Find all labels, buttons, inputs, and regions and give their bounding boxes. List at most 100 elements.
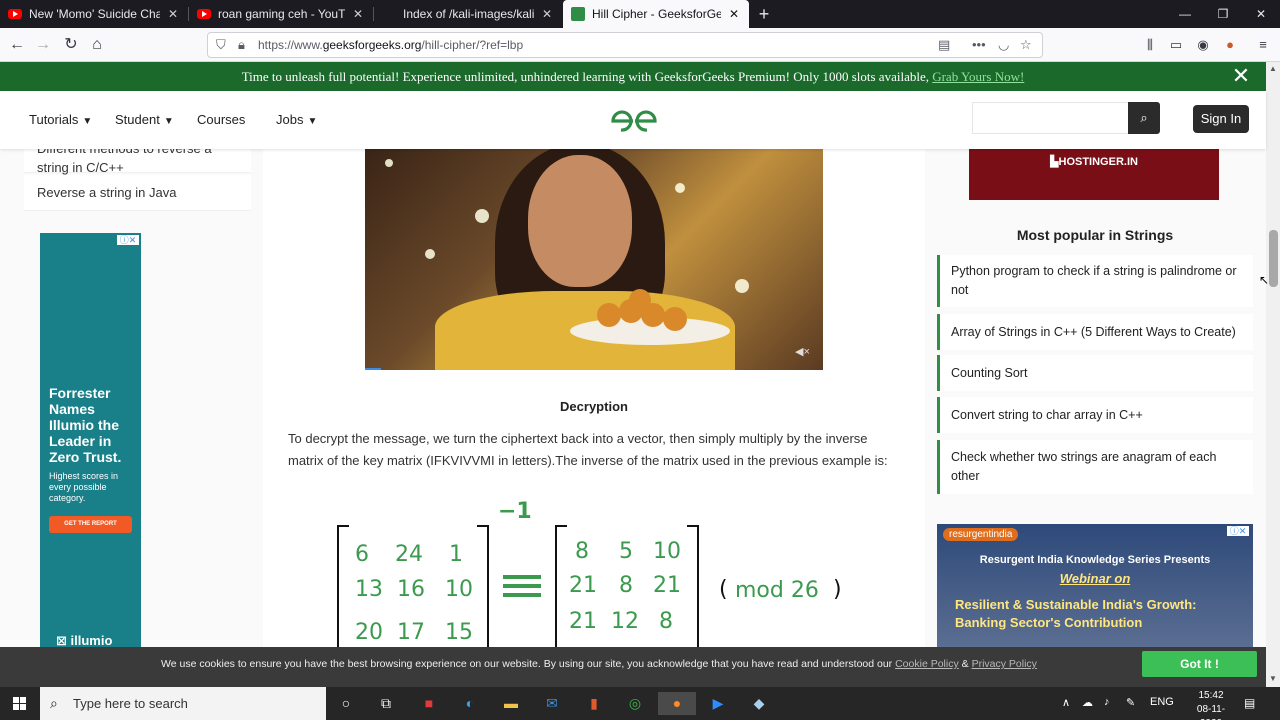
matrix-cell: 20	[355, 620, 383, 645]
illumio-ad[interactable]: ⓘ✕ Forrester Names Illumio the Leader in…	[40, 233, 141, 647]
popular-item[interactable]: Convert string to char array in C++	[937, 397, 1253, 433]
bookmark-star-icon[interactable]: ☆	[1020, 37, 1032, 53]
address-bar[interactable]: ⛉ 🔒︎ https://www.geeksforgeeks.org/hill-…	[207, 32, 1043, 58]
app-icon[interactable]: ▮	[582, 692, 606, 715]
edge-icon[interactable]: ◐	[458, 692, 482, 715]
tab-hill-cipher[interactable]: Hill Cipher - GeeksforGeeks ✕	[563, 0, 749, 28]
search-input[interactable]	[972, 102, 1128, 134]
close-icon[interactable]: ✕	[166, 7, 180, 21]
file-explorer-icon[interactable]: ▬	[499, 692, 523, 715]
tab-roan-gaming[interactable]: roan gaming ceh - YouTube ✕	[189, 0, 373, 28]
notification-icon[interactable]: ▤	[1244, 696, 1255, 710]
close-icon[interactable]: ✕	[727, 7, 741, 21]
sign-in-button[interactable]: Sign In	[1193, 105, 1249, 133]
video-progress-bar[interactable]	[365, 368, 381, 370]
matrix-cell: 8	[575, 539, 589, 564]
cookie-policy-link[interactable]: Cookie Policy	[895, 658, 959, 670]
resurgent-webinar-ad[interactable]: resurgentindia ⓘ✕ Resurgent India Knowle…	[937, 524, 1253, 647]
mute-icon[interactable]: ◀×	[795, 345, 810, 358]
page-actions-icon[interactable]: •••	[972, 37, 986, 52]
zoom-icon[interactable]: ▶	[706, 692, 730, 715]
youtube-icon	[197, 9, 211, 19]
ad-choices-icon[interactable]: ⓘ✕	[117, 235, 139, 245]
popular-item[interactable]: Python program to check if a string is p…	[937, 255, 1253, 307]
account-icon[interactable]: ◉	[1194, 36, 1212, 54]
close-icon[interactable]: ✕	[351, 7, 365, 21]
close-icon[interactable]: ✕	[540, 7, 554, 21]
hostinger-ad[interactable]: ▙ HOSTINGER.IN	[969, 149, 1219, 200]
ad-choices-icon[interactable]: ⓘ✕	[1227, 526, 1249, 536]
cookie-extension-icon[interactable]: ●	[1221, 36, 1239, 54]
left-sidebar: Different methods to reverse a string in…	[24, 149, 251, 211]
pen-icon[interactable]: ✎	[1126, 696, 1135, 709]
tab-momo[interactable]: New 'Momo' Suicide Challeng ✕	[0, 0, 188, 28]
tab-kali-index[interactable]: Index of /kali-images/kali-2018.3a ✕	[374, 0, 562, 28]
cookie-consent-bar: We use cookies to ensure you have the be…	[0, 647, 1266, 687]
matrix-cell: 16	[397, 577, 425, 602]
popular-item[interactable]: Counting Sort	[937, 355, 1253, 391]
scroll-up-icon[interactable]: ▲	[1268, 64, 1278, 73]
clock[interactable]: 15:42 08-11-2020	[1186, 689, 1236, 720]
pocket-icon[interactable]: ◡	[998, 37, 1009, 53]
popular-title: Most popular in Strings	[1016, 227, 1174, 243]
new-tab-button[interactable]: +	[753, 2, 775, 26]
reader-view-icon[interactable]: ▤	[938, 37, 950, 53]
taskbar-search-input[interactable]: ⌕ Type here to search	[40, 687, 326, 720]
close-icon[interactable]: ✕	[1230, 64, 1252, 88]
mail-icon[interactable]: ✉	[540, 692, 564, 715]
search-button[interactable]: ⌕	[1128, 102, 1160, 134]
sidebar-link-reverse-c[interactable]: Different methods to reverse a string in…	[24, 149, 251, 175]
app-icon[interactable]: ■	[417, 692, 441, 715]
start-button[interactable]	[0, 687, 40, 720]
ad-headline: Forrester Names Illumio the Leader in Ze…	[49, 385, 122, 465]
menu-courses[interactable]: Courses	[197, 112, 245, 127]
vertical-scrollbar[interactable]: ▲ ▼	[1266, 62, 1280, 687]
sidebar-icon[interactable]: ▭	[1167, 36, 1185, 54]
restore-icon[interactable]: ❐	[1204, 0, 1242, 28]
menu-icon[interactable]: ≡	[1254, 36, 1272, 54]
forward-icon[interactable]: →	[32, 34, 54, 56]
task-view-icon[interactable]: ⧉	[374, 692, 398, 715]
got-it-button[interactable]: Got It !	[1142, 651, 1257, 677]
premium-promo-banner: Time to unleash full potential! Experien…	[0, 62, 1266, 91]
promo-text: Time to unleash full potential! Experien…	[241, 69, 933, 84]
close-window-icon[interactable]: ✕	[1242, 0, 1280, 28]
privacy-policy-link[interactable]: Privacy Policy	[972, 658, 1037, 670]
minimize-icon[interactable]: —	[1166, 0, 1204, 28]
youtube-icon	[8, 9, 22, 19]
tab-title: Hill Cipher - GeeksforGeeks	[592, 7, 721, 21]
reload-icon[interactable]: ↻	[60, 34, 82, 56]
home-icon[interactable]: ⌂	[86, 34, 108, 56]
video-ad-player[interactable]: ◀×	[365, 149, 823, 370]
cortana-icon[interactable]: ○	[334, 692, 358, 715]
show-hidden-icons-icon[interactable]: ∧	[1062, 696, 1070, 709]
lock-icon[interactable]: 🔒︎	[238, 37, 245, 53]
scrollbar-thumb[interactable]	[1269, 230, 1278, 287]
page-content: Different methods to reverse a string in…	[0, 149, 1266, 647]
matrix-cell: 12	[611, 609, 639, 634]
windows-taskbar: ⌕ Type here to search ○ ⧉ ■ ◐ ▬ ✉ ▮ ◎ ● …	[0, 687, 1280, 720]
language-indicator[interactable]: ENG	[1150, 696, 1174, 708]
browser-tab-strip: New 'Momo' Suicide Challeng ✕ roan gamin…	[0, 0, 1280, 28]
volume-icon[interactable]: ♪	[1104, 696, 1110, 708]
chrome-icon[interactable]: ◎	[623, 692, 647, 715]
scroll-down-icon[interactable]: ▼	[1268, 674, 1278, 683]
url-text[interactable]: https://www.geeksforgeeks.org/hill-ciphe…	[258, 38, 523, 52]
menu-student[interactable]: Student ▼	[115, 112, 174, 127]
network-icon[interactable]: ☁	[1082, 696, 1093, 709]
popular-item[interactable]: Array of Strings in C++ (5 Different Way…	[937, 314, 1253, 350]
matrix-cell: 21	[569, 609, 597, 634]
app-icon[interactable]: ◆	[747, 692, 771, 715]
ad-cta-button[interactable]: GET THE REPORT	[49, 516, 132, 533]
sidebar-link-reverse-java[interactable]: Reverse a string in Java	[24, 175, 251, 211]
menu-tutorials[interactable]: Tutorials ▼	[29, 112, 92, 127]
grab-now-link[interactable]: Grab Yours Now!	[932, 69, 1024, 84]
popular-item[interactable]: Check whether two strings are anagram of…	[937, 440, 1253, 494]
back-icon[interactable]: ←	[6, 34, 28, 56]
clock-date: 08-11-2020	[1196, 704, 1226, 720]
firefox-icon[interactable]: ●	[658, 692, 696, 715]
menu-jobs[interactable]: Jobs ▼	[276, 112, 317, 127]
library-icon[interactable]: ⫼	[1141, 36, 1159, 54]
shield-icon[interactable]: ⛉	[216, 37, 226, 53]
gfg-logo[interactable]	[609, 108, 659, 134]
